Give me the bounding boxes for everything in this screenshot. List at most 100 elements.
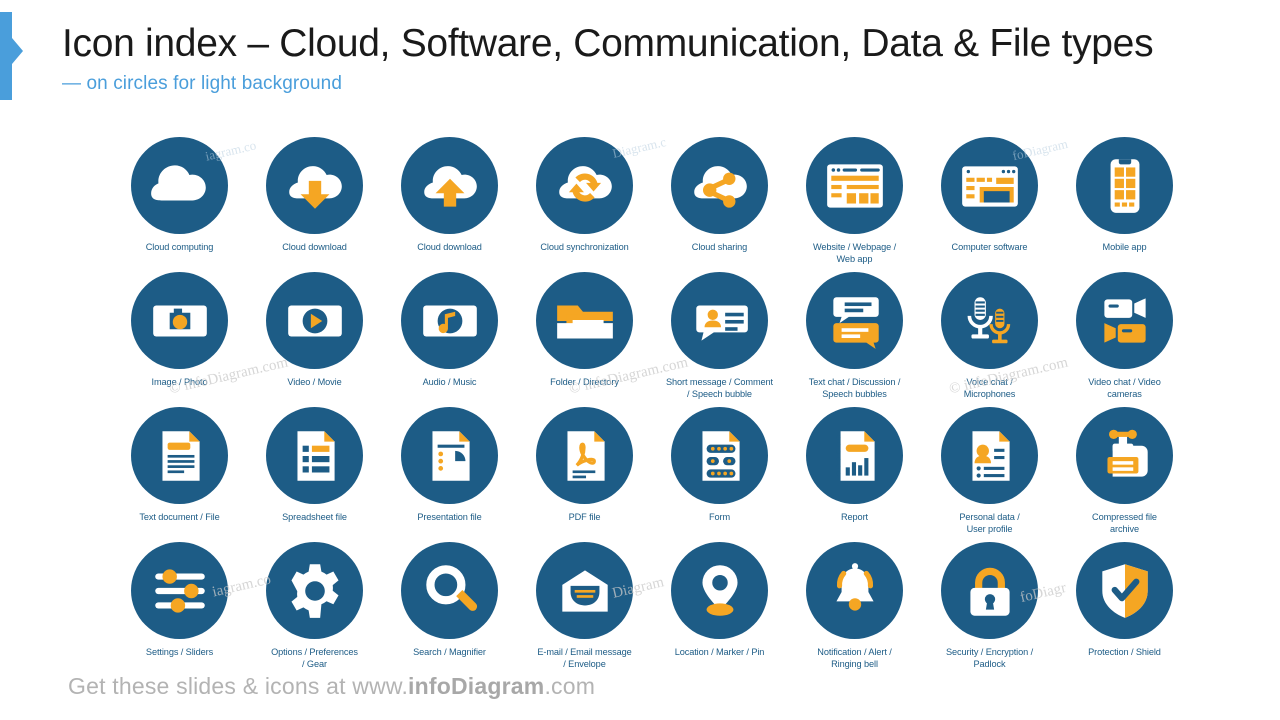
icon-caption: Video chat / Video cameras [1088,377,1161,400]
icon-cell-video-chat[interactable]: Video chat / Video cameras [1057,272,1192,407]
bell-icon[interactable] [806,542,903,639]
icon-cell-compressed-archive[interactable]: Compressed file archive [1057,407,1192,542]
doc-presentation-icon[interactable] [401,407,498,504]
icon-caption: Options / Preferences / Gear [271,647,358,670]
icon-caption: Audio / Music [422,377,477,387]
icon-cell-text-chat[interactable]: Text chat / Discussion / Speech bubbles [787,272,922,407]
icon-cell-folder-directory[interactable]: Folder / Directory [517,272,652,407]
doc-form-icon[interactable] [671,407,768,504]
compress-icon[interactable] [1076,407,1173,504]
footer-text-before: Get these slides & icons at www. [68,673,409,699]
icon-cell-form[interactable]: Form [652,407,787,542]
play-icon[interactable] [266,272,363,369]
browser-icon[interactable] [806,137,903,234]
icon-cell-cloud-upload[interactable]: Cloud download [382,137,517,272]
icon-caption: Voice chat / Microphones [963,377,1016,400]
icon-caption: Notification / Alert / Ringing bell [817,647,892,670]
icon-cell-notification-bell[interactable]: Notification / Alert / Ringing bell [787,542,922,677]
doc-profile-icon[interactable] [941,407,1038,504]
icon-caption: Text chat / Discussion / Speech bubbles [808,377,901,400]
icon-cell-video-movie[interactable]: Video / Movie [247,272,382,407]
left-accent-arrow-icon [12,38,23,64]
icon-caption: Personal data / User profile [959,512,1020,535]
cloud-down-icon[interactable] [266,137,363,234]
slide-canvas: Icon index – Cloud, Software, Communicat… [0,0,1280,720]
cloud-icon[interactable] [131,137,228,234]
icon-cell-spreadsheet-file[interactable]: Spreadsheet file [247,407,382,542]
gear-icon[interactable] [266,542,363,639]
icon-cell-image-photo[interactable]: Image / Photo [112,272,247,407]
icon-cell-pdf-file[interactable]: PDF file [517,407,652,542]
shield-check-icon[interactable] [1076,542,1173,639]
icon-cell-cloud-sync[interactable]: Cloud synchronization [517,137,652,272]
icon-cell-cloud-sharing[interactable]: Cloud sharing [652,137,787,272]
icon-cell-presentation-file[interactable]: Presentation file [382,407,517,542]
icon-caption: PDF file [568,512,601,522]
cloud-share-icon[interactable] [671,137,768,234]
icon-caption: Settings / Sliders [145,647,214,657]
doc-report-icon[interactable] [806,407,903,504]
icon-caption: Computer software [951,242,1028,252]
icon-caption: Report [841,512,868,522]
sliders-icon[interactable] [131,542,228,639]
icon-caption: Cloud computing [145,242,214,252]
icon-cell-text-document[interactable]: Text document / File [112,407,247,542]
icon-cell-website[interactable]: Website / Webpage / Web app [787,137,922,272]
music-note-icon[interactable] [401,272,498,369]
footer-text-after: .com [544,673,596,699]
map-pin-icon[interactable] [671,542,768,639]
icon-cell-report[interactable]: Report [787,407,922,542]
icon-caption: Form [708,512,731,522]
icon-cell-options-gear[interactable]: Options / Preferences / Gear [247,542,382,677]
icon-caption: Cloud synchronization [540,242,629,252]
icon-cell-email-envelope[interactable]: E-mail / Email message / Envelope [517,542,652,677]
icon-cell-cloud-computing[interactable]: Cloud computing [112,137,247,272]
icon-cell-security-padlock[interactable]: Security / Encryption / Padlock [922,542,1057,677]
icon-caption: Location / Marker / Pin [674,647,765,657]
doc-text-icon[interactable] [131,407,228,504]
magnifier-icon[interactable] [401,542,498,639]
icon-caption: Cloud download [282,242,347,252]
icon-cell-location-pin[interactable]: Location / Marker / Pin [652,542,787,677]
icon-caption: Website / Webpage / Web app [812,242,897,265]
icon-cell-audio-music[interactable]: Audio / Music [382,272,517,407]
icon-caption: Security / Encryption / Padlock [945,647,1034,670]
doc-pdf-icon[interactable] [536,407,633,504]
icon-cell-settings-sliders[interactable]: Settings / Sliders [112,542,247,677]
icon-caption: Mobile app [1102,242,1147,252]
microphones-icon[interactable] [941,272,1038,369]
icon-caption: Protection / Shield [1088,647,1161,657]
icon-caption: Text document / File [139,512,220,522]
cloud-sync-icon[interactable] [536,137,633,234]
chat-bubbles-icon[interactable] [806,272,903,369]
icon-caption: Image / Photo [151,377,208,387]
icon-caption: Cloud sharing [691,242,748,252]
camera-icon[interactable] [131,272,228,369]
folder-icon[interactable] [536,272,633,369]
icon-grid: Cloud computing Cloud download Cloud dow… [112,137,1212,677]
icon-cell-computer-software[interactable]: Computer software [922,137,1057,272]
footer-brand: infoDiagram [408,673,545,699]
doc-spreadsheet-icon[interactable] [266,407,363,504]
comment-bubble-icon[interactable] [671,272,768,369]
smartphone-icon[interactable] [1076,137,1173,234]
icon-cell-protection-shield[interactable]: Protection / Shield [1057,542,1192,677]
envelope-icon[interactable] [536,542,633,639]
icon-caption: Presentation file [417,512,482,522]
icon-caption: Short message / Comment / Speech bubble [666,377,773,400]
icon-cell-cloud-download[interactable]: Cloud download [247,137,382,272]
icon-cell-search-magnifier[interactable]: Search / Magnifier [382,542,517,677]
icon-caption: Search / Magnifier [413,647,486,657]
cloud-up-icon[interactable] [401,137,498,234]
header: Icon index – Cloud, Software, Communicat… [62,22,1242,95]
software-window-icon[interactable] [941,137,1038,234]
icon-caption: Spreadsheet file [282,512,347,522]
page-subtitle: — on circles for light background [62,72,342,94]
padlock-icon[interactable] [941,542,1038,639]
icon-cell-voice-chat[interactable]: Voice chat / Microphones [922,272,1057,407]
video-cameras-icon[interactable] [1076,272,1173,369]
icon-caption: Video / Movie [287,377,342,387]
icon-cell-short-message[interactable]: Short message / Comment / Speech bubble [652,272,787,407]
icon-cell-personal-data[interactable]: Personal data / User profile [922,407,1057,542]
icon-cell-mobile-app[interactable]: Mobile app [1057,137,1192,272]
